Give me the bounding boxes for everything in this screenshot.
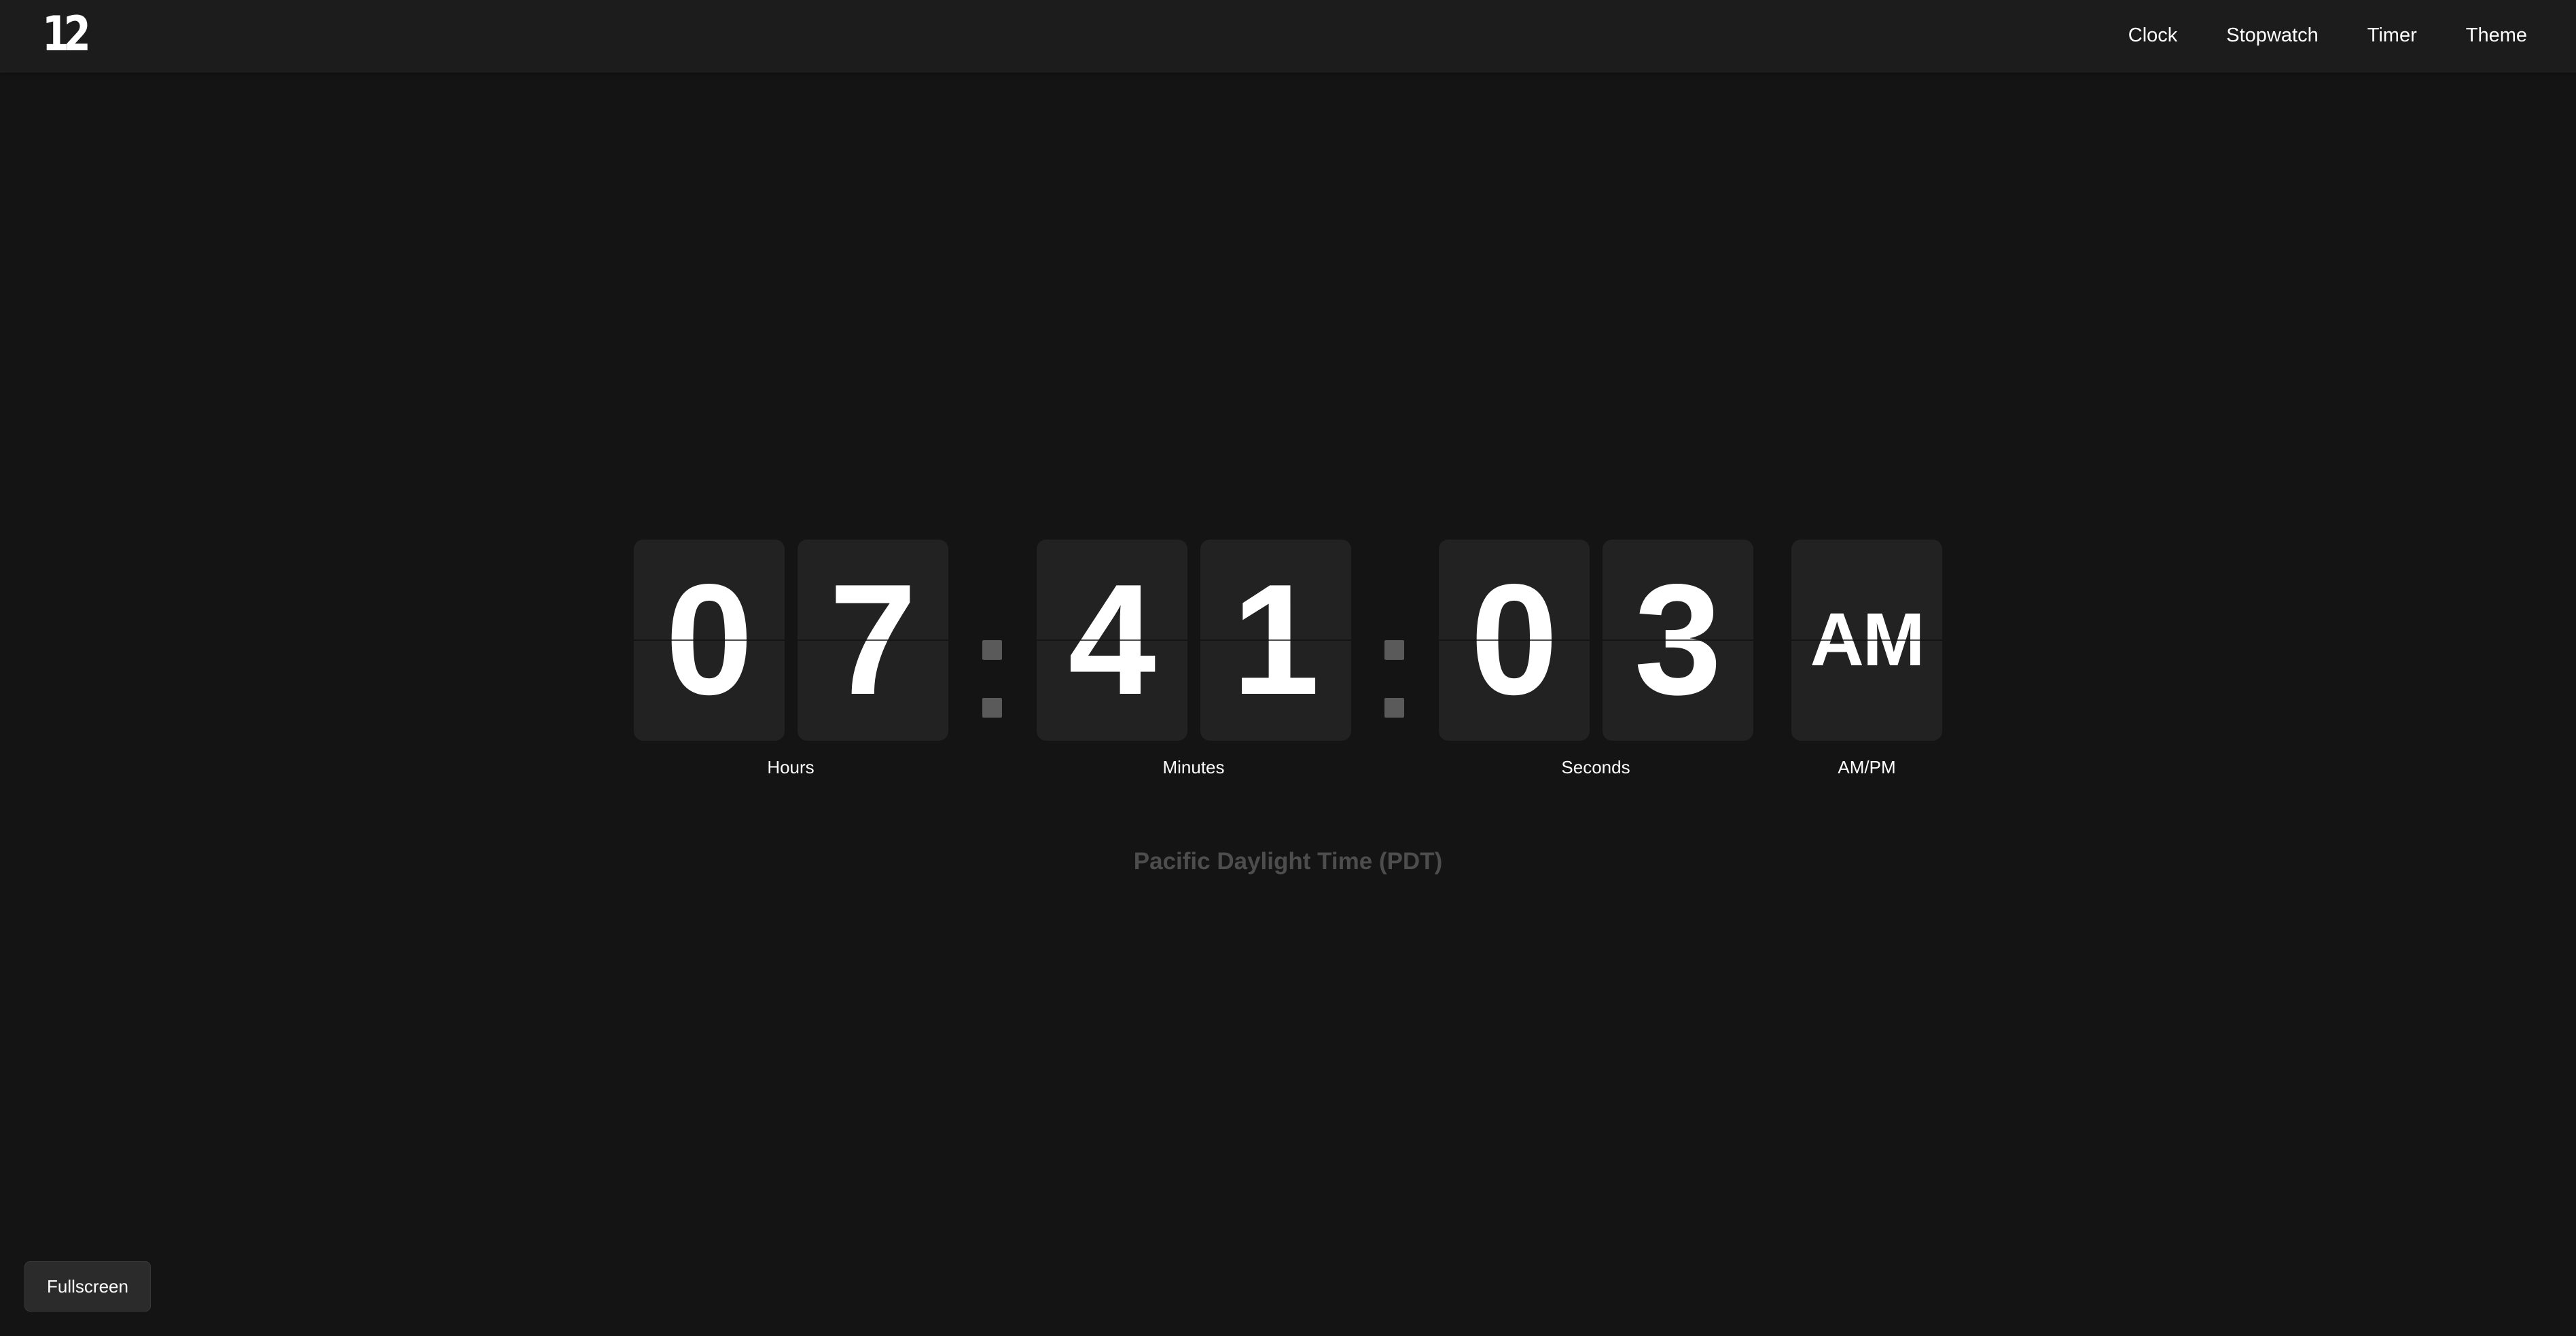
minutes-label: Minutes — [1162, 757, 1225, 777]
hours-label: Hours — [767, 757, 815, 777]
nav-item-theme[interactable]: Theme — [2466, 24, 2527, 47]
seconds-tens-card: 0 — [1439, 540, 1590, 741]
seconds-ones-card: 3 — [1603, 540, 1753, 741]
meridiem-label: AM/PM — [1838, 757, 1896, 777]
flip-divider — [1791, 639, 1942, 641]
timezone-label: Pacific Daylight Time (PDT) — [1133, 848, 1443, 875]
separator-dot — [982, 640, 1002, 660]
main-nav: Clock Stopwatch Timer Theme — [2128, 0, 2527, 71]
fullscreen-button[interactable]: Fullscreen — [24, 1261, 151, 1312]
hours-ones-card: 7 — [798, 540, 948, 741]
minutes-seconds-separator — [1374, 540, 1415, 741]
clock-page: 12 Clock Stopwatch Timer Theme 0 7 4 1 0… — [0, 0, 2576, 1336]
flip-divider — [1037, 639, 1187, 641]
minutes-tens-card: 4 — [1037, 540, 1187, 741]
flip-divider — [1603, 639, 1753, 641]
seconds-label: Seconds — [1561, 757, 1630, 777]
nav-item-clock[interactable]: Clock — [2128, 24, 2178, 47]
flip-divider — [1200, 639, 1351, 641]
flip-divider — [634, 639, 785, 641]
nav-item-stopwatch[interactable]: Stopwatch — [2226, 24, 2318, 47]
minutes-ones-card: 1 — [1200, 540, 1351, 741]
separator-dot — [1384, 698, 1404, 718]
logo[interactable]: 12 — [42, 7, 91, 61]
nav-item-timer[interactable]: Timer — [2367, 24, 2417, 47]
top-navigation-bar: 12 Clock Stopwatch Timer Theme — [0, 0, 2576, 73]
separator-dot — [982, 698, 1002, 718]
flip-divider — [1439, 639, 1590, 641]
separator-dot — [1384, 640, 1404, 660]
flip-divider — [798, 639, 948, 641]
flip-clock: 0 7 4 1 0 3 AM Hours Minutes Seconds AM/… — [634, 540, 1943, 777]
meridiem-card: AM — [1791, 540, 1942, 741]
hours-tens-card: 0 — [634, 540, 785, 741]
hours-minutes-separator — [972, 540, 1013, 741]
